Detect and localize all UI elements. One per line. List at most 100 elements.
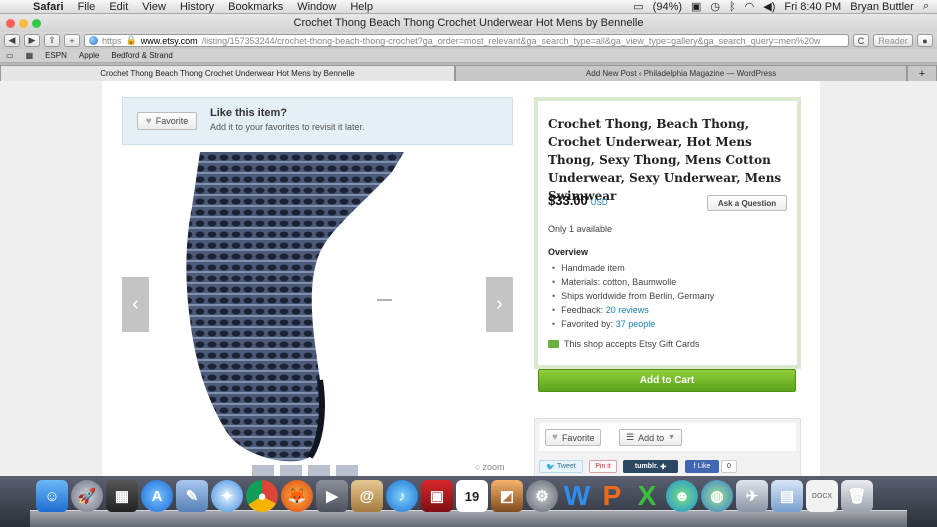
availability: Only 1 available	[548, 224, 613, 234]
powerpoint-icon[interactable]: P	[596, 480, 628, 512]
price-currency[interactable]: USD	[591, 198, 608, 207]
contacts-icon[interactable]: @	[351, 480, 383, 512]
share-button[interactable]: ⇪	[44, 34, 60, 47]
listing-title: Crochet Thong, Beach Thong, Crochet Unde…	[548, 117, 782, 203]
magnifier-icon: ○	[475, 462, 481, 472]
preview-photos-icon[interactable]: ▤	[771, 480, 803, 512]
firefox-icon[interactable]: 🦊	[281, 480, 313, 512]
zoom-window-icon[interactable]	[32, 18, 41, 28]
thumbnail[interactable]	[252, 465, 274, 476]
menu-view[interactable]: View	[135, 1, 173, 13]
add-to-cart-button[interactable]: Add to Cart	[538, 369, 796, 392]
tab-etsy-listing[interactable]: Crochet Thong Beach Thong Crochet Underw…	[0, 65, 455, 81]
clock[interactable]: Fri 8:40 PM	[784, 1, 841, 13]
chrome-icon[interactable]: ●	[246, 480, 278, 512]
battery-icon[interactable]: ▭	[633, 0, 643, 13]
address-bar[interactable]: https 🔒 www.etsy.com/listing/157353244/c…	[84, 34, 849, 47]
actions-box: ♥ Favorite ☰ Add to ▼ 🐦 Tweet Pin it tum…	[534, 418, 801, 476]
wifi-icon[interactable]: ◠	[745, 0, 755, 13]
battery-percent: (94%)	[652, 0, 683, 13]
reading-list-icon[interactable]: ▭	[6, 51, 14, 60]
utility-icon[interactable]: ✈	[736, 480, 768, 512]
overview-favorited: Favorited by: 37 people	[552, 317, 714, 331]
bookmark-bedford[interactable]: Bedford & Strand	[111, 51, 172, 60]
thumbnail[interactable]	[336, 465, 358, 476]
bluetooth-icon[interactable]: ᛒ	[729, 1, 736, 13]
display-icon[interactable]: ▣	[691, 0, 701, 13]
minimize-window-icon[interactable]	[19, 18, 28, 28]
close-window-icon[interactable]	[6, 18, 15, 28]
itunes-icon[interactable]: ♪	[386, 480, 418, 512]
forward-button[interactable]: ▶	[24, 34, 40, 47]
top-sites-icon[interactable]: ▦	[26, 51, 34, 60]
system-preferences-icon[interactable]: ⚙	[526, 480, 558, 512]
feedback-link[interactable]: 20 reviews	[606, 305, 649, 315]
zoom-link[interactable]: ○ zoom	[475, 462, 504, 472]
tweet-button[interactable]: 🐦 Tweet	[539, 460, 583, 473]
messenger-icon[interactable]: ☻	[666, 480, 698, 512]
favorite-label: Favorite	[561, 432, 595, 443]
facebook-like-button[interactable]: f Like	[685, 460, 719, 473]
gift-card-notice: This shop accepts Etsy Gift Cards	[548, 339, 700, 349]
banner-favorite-button[interactable]: ♥ Favorite	[137, 112, 197, 130]
pinit-button[interactable]: Pin it	[589, 460, 617, 473]
favorited-link[interactable]: 37 people	[616, 319, 656, 329]
overview-list: Handmade item Materials: cotton, Baumwol…	[552, 261, 714, 331]
menu-app[interactable]: Safari	[26, 1, 71, 13]
reader-button[interactable]: Reader	[873, 34, 913, 47]
safari-icon[interactable]: ✦	[211, 480, 243, 512]
menu-history[interactable]: History	[173, 1, 221, 13]
favorite-button[interactable]: ♥ Favorite	[545, 429, 602, 446]
dashboard-icon[interactable]: ▦	[106, 480, 138, 512]
document-icon[interactable]: DOCX	[806, 480, 838, 512]
network-icon[interactable]: ◍	[701, 480, 733, 512]
spotlight-icon[interactable]: ⌕	[923, 0, 929, 13]
overview-materials: Materials: cotton, Baumwolle	[552, 275, 714, 289]
price-value: $33.00	[548, 193, 588, 208]
overview-feedback: Feedback: 20 reviews	[552, 303, 714, 317]
bookmark-apple[interactable]: Apple	[79, 51, 99, 60]
tab-wordpress[interactable]: Add New Post ‹ Philadelphia Magazine — W…	[455, 65, 907, 81]
thumbnail[interactable]	[308, 465, 330, 476]
menu-help[interactable]: Help	[343, 1, 380, 13]
photo-booth-icon[interactable]: ▣	[421, 480, 453, 512]
reload-button[interactable]: C	[853, 34, 869, 47]
overview-ships: Ships worldwide from Berlin, Germany	[552, 289, 714, 303]
trash-icon[interactable]: 🗑	[841, 480, 873, 512]
list-icon: ☰	[626, 432, 635, 442]
prev-image-button[interactable]: ‹	[122, 277, 149, 332]
banner-title: Like this item?	[210, 107, 288, 119]
app-store-icon[interactable]: A	[141, 480, 173, 512]
word-icon[interactable]: W	[561, 480, 593, 512]
excel-icon[interactable]: X	[631, 480, 663, 512]
thumbnail[interactable]	[280, 465, 302, 476]
calendar-icon[interactable]: 19	[456, 480, 488, 512]
menu-bookmarks[interactable]: Bookmarks	[221, 1, 290, 13]
zoom-label: zoom	[482, 462, 505, 472]
add-to-button[interactable]: ☰ Add to ▼	[619, 429, 683, 446]
user-name[interactable]: Bryan Buttler	[850, 1, 914, 13]
finder-icon[interactable]: ☺	[36, 480, 68, 512]
time-machine-icon[interactable]: ◷	[710, 0, 720, 13]
favorited-label: Favorited by:	[561, 319, 614, 329]
preview-icon[interactable]: ✎	[176, 480, 208, 512]
launchpad-icon[interactable]: 🚀	[71, 480, 103, 512]
ask-question-button[interactable]: Ask a Question	[707, 195, 787, 211]
tumblr-button[interactable]: tumblr. ✚	[623, 460, 678, 473]
add-to-label: Add to	[638, 432, 665, 443]
iphoto-icon[interactable]: ◩	[491, 480, 523, 512]
menu-edit[interactable]: Edit	[102, 1, 135, 13]
menu-window[interactable]: Window	[290, 1, 343, 13]
volume-icon[interactable]: ◀)	[763, 0, 775, 13]
back-button[interactable]: ◀	[4, 34, 20, 47]
menu-file[interactable]: File	[71, 1, 103, 13]
next-image-button[interactable]: ›	[486, 277, 513, 332]
new-tab-button[interactable]: +	[907, 65, 937, 81]
downloads-button[interactable]: ●	[917, 34, 933, 47]
like-count: 0	[721, 460, 737, 473]
like-label: Like	[697, 463, 711, 470]
add-bookmark-button[interactable]: +	[64, 34, 80, 47]
product-photo[interactable]	[122, 152, 513, 464]
bookmark-espn[interactable]: ESPN	[45, 51, 67, 60]
facetime-icon[interactable]: ▶	[316, 480, 348, 512]
